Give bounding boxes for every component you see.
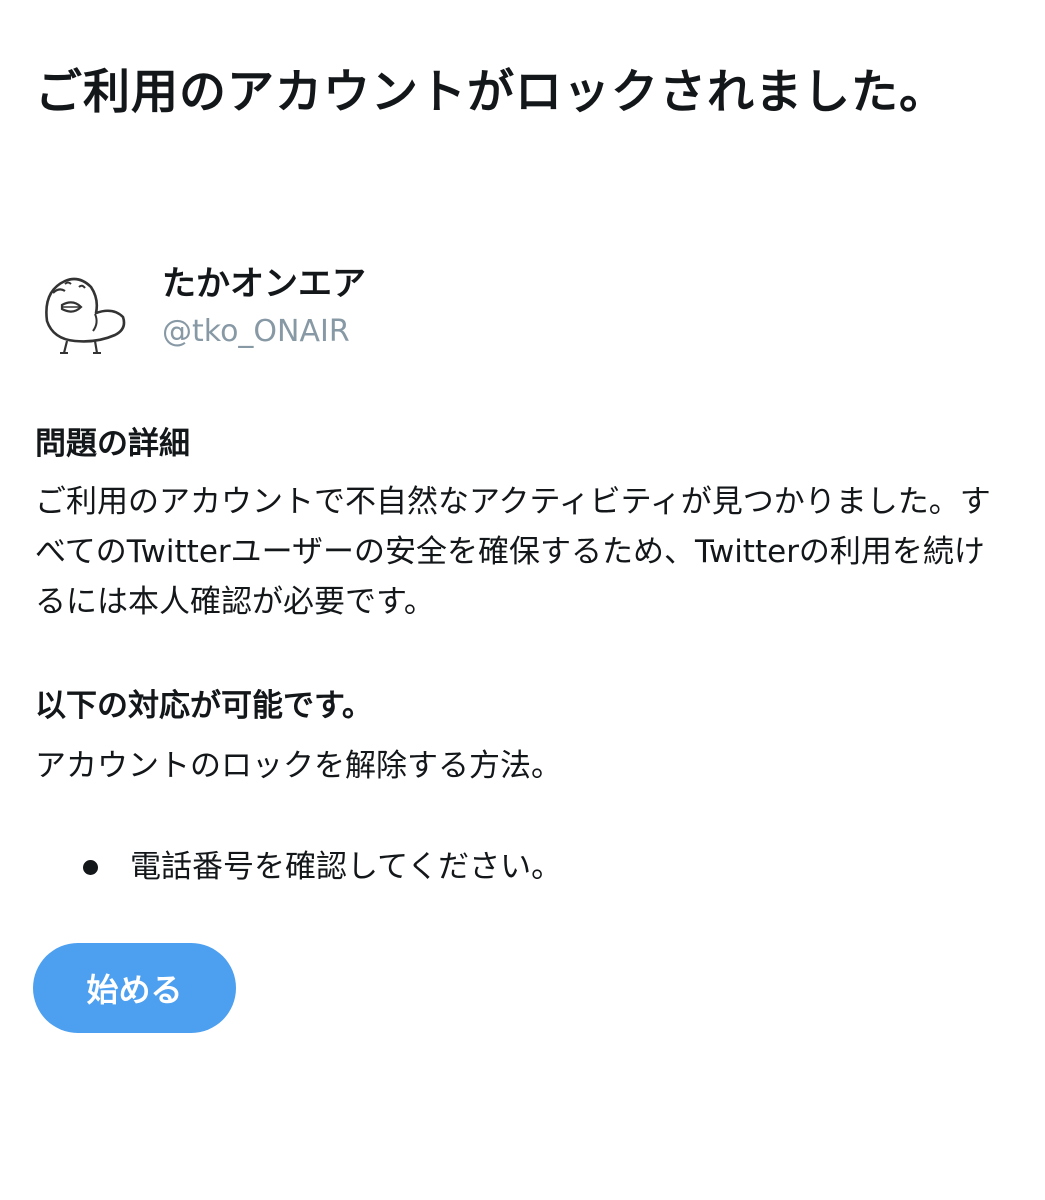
list-item: 電話番号を確認してください。 xyxy=(83,842,562,892)
bullet-icon xyxy=(83,860,98,875)
options-subtext: アカウントのロックを解除する方法。 xyxy=(35,748,562,784)
verify-phone-step: 電話番号を確認してください。 xyxy=(130,849,563,885)
options-heading: 以下の対応が可能です。 xyxy=(35,688,373,724)
account-display-name: たかオンエア xyxy=(162,264,366,304)
unlock-steps-list: 電話番号を確認してください。 xyxy=(83,842,562,892)
page-title: ご利用のアカウントがロックされました。 xyxy=(35,65,947,120)
problem-details-text: ご利用のアカウントで不自然なアクティビティが見つかりました。すべてのTwitte… xyxy=(35,484,991,620)
chick-avatar-icon xyxy=(45,277,126,354)
account-handle: @tko_ONAIR xyxy=(162,314,350,349)
locked-account-page: ご利用のアカウントがロックされました。 たかオンエア @tko_ONAIR 問題… xyxy=(0,0,1045,1200)
avatar xyxy=(35,257,135,357)
start-button[interactable]: 始める xyxy=(33,943,236,1033)
problem-details-heading: 問題の詳細 xyxy=(35,426,190,462)
